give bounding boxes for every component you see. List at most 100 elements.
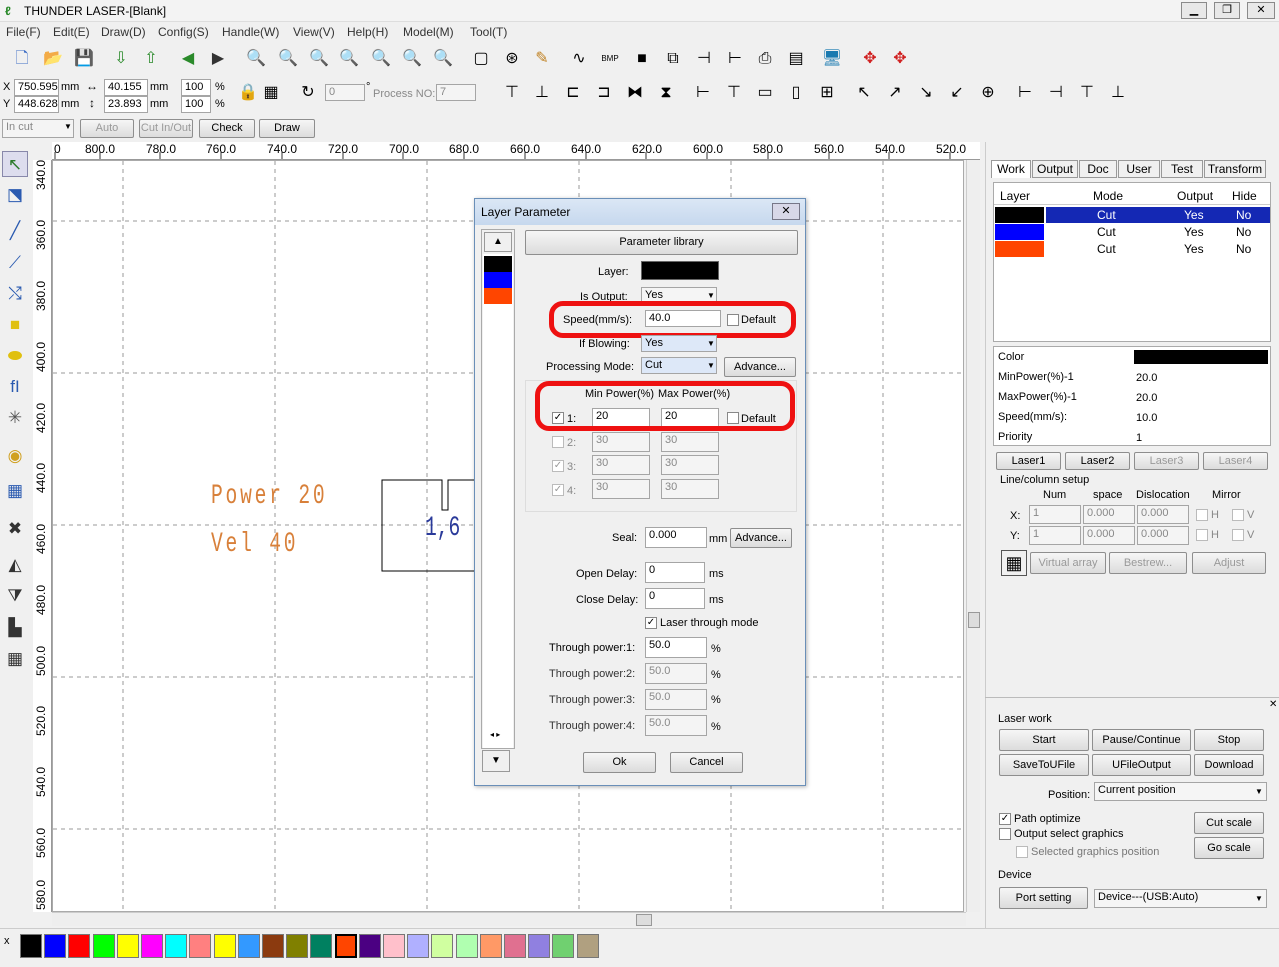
frame-tool-icon[interactable]: ▙ [2, 615, 28, 641]
menu-help[interactable]: Help(H) [347, 25, 388, 39]
seal-advance-button[interactable]: Advance... [730, 528, 792, 548]
zoom-select-icon[interactable]: 🔍 [369, 47, 393, 71]
document-icon[interactable]: ▤ [784, 47, 808, 71]
ellipse-tool-icon[interactable]: ⬬ [2, 343, 28, 369]
laser2-tab[interactable]: Laser2 [1065, 452, 1130, 470]
palette-swatch[interactable] [576, 934, 599, 958]
align-h-icon[interactable]: ⊣ [692, 47, 716, 71]
zoom-page-icon[interactable]: 🔍 [400, 47, 424, 71]
y-field[interactable]: 448.628 [14, 96, 59, 113]
move-tr-icon[interactable]: ↗ [883, 81, 907, 105]
scroll-up-icon[interactable]: ▲ [484, 232, 512, 252]
dist-top-icon[interactable]: ⊤ [1075, 81, 1099, 105]
palette-swatch[interactable] [431, 934, 454, 958]
go-scale-button[interactable]: Go scale [1194, 837, 1264, 859]
move-center-icon[interactable]: ⊕ [976, 81, 1000, 105]
camera-tool-icon[interactable]: ◉ [2, 443, 28, 469]
power-4-max[interactable]: 30 [661, 479, 719, 499]
through-power-3-field[interactable]: 50.0 [645, 689, 707, 710]
grid-select-icon[interactable]: ▦ [259, 81, 283, 105]
space-v-icon[interactable]: ⊤ [722, 81, 746, 105]
lc-x-num[interactable]: 1 [1029, 505, 1081, 524]
vel-text[interactable]: Vel 40 [211, 529, 298, 560]
processing-mode-select[interactable]: Cut [641, 357, 717, 374]
palette-swatch[interactable] [44, 934, 67, 958]
mirror-h-icon[interactable]: ◭ [2, 552, 28, 578]
print-icon[interactable]: ⎙ [753, 47, 777, 71]
palette-swatch[interactable] [334, 934, 357, 958]
move-tl-icon[interactable]: ↖ [852, 81, 876, 105]
line-tool-icon[interactable]: ╱ [2, 218, 28, 244]
laser-head2-icon[interactable]: ✥ [888, 47, 912, 71]
palette-none-icon[interactable]: x [4, 935, 10, 947]
device-select[interactable]: Device---(USB:Auto) [1094, 889, 1267, 908]
scale-y-field[interactable]: 100 [181, 96, 211, 113]
hscroll-thumb[interactable] [636, 914, 652, 926]
prop-speed-value[interactable]: 10.0 [1136, 412, 1157, 424]
minimize-button[interactable]: ▁ [1181, 2, 1207, 19]
close-button[interactable]: ✕ [1247, 2, 1275, 19]
power-2-max[interactable]: 30 [661, 432, 719, 452]
stop-button[interactable]: Stop [1194, 729, 1264, 751]
lc-y-mirror-v[interactable] [1232, 529, 1244, 541]
prop-maxpower-value[interactable]: 20.0 [1136, 392, 1157, 404]
menu-view[interactable]: View(V) [293, 25, 335, 39]
layer-swatch-blue[interactable] [484, 272, 512, 288]
zoom-out-icon[interactable]: 🔍 [307, 47, 331, 71]
align-v-icon[interactable]: ⊢ [723, 47, 747, 71]
prop-priority-value[interactable]: 1 [1136, 432, 1142, 444]
align-right-icon[interactable]: ⊐ [592, 81, 616, 105]
lc-y-num[interactable]: 1 [1029, 526, 1081, 545]
palette-swatch[interactable] [189, 934, 212, 958]
check-button[interactable]: Check [199, 119, 255, 138]
select-tool-icon[interactable]: ↖ [2, 151, 28, 177]
rect-tool-icon[interactable]: ■ [2, 312, 28, 338]
palette-swatch[interactable] [310, 934, 333, 958]
cancel-button[interactable]: Cancel [670, 752, 743, 773]
advance-button[interactable]: Advance... [724, 357, 796, 377]
export-icon[interactable]: ⇧ [139, 47, 163, 71]
menu-model[interactable]: Model(M) [403, 25, 454, 39]
select-rect-icon[interactable]: ▢ [469, 47, 493, 71]
palette-swatch[interactable] [286, 934, 309, 958]
x-field[interactable]: 750.595 [14, 79, 59, 96]
fill-rect-icon[interactable]: ■ [630, 47, 654, 71]
align-bottom-icon[interactable]: ⊥ [530, 81, 554, 105]
space-h-icon[interactable]: ⊢ [691, 81, 715, 105]
palette-swatch[interactable] [20, 934, 42, 958]
power-4-min[interactable]: 30 [592, 479, 650, 499]
through-power-1-field[interactable]: 50.0 [645, 637, 707, 658]
draw-button[interactable]: Draw [259, 119, 315, 138]
power-3-min[interactable]: 30 [592, 455, 650, 475]
open-folder-icon[interactable]: 📂 [41, 47, 65, 71]
menu-handle[interactable]: Handle(W) [222, 25, 279, 39]
palette-swatch[interactable] [552, 934, 575, 958]
delete-tool-icon[interactable]: ✖ [2, 516, 28, 542]
align-top-icon[interactable]: ⊤ [500, 81, 524, 105]
save-icon[interactable]: 💾 [72, 47, 96, 71]
prop-color-swatch[interactable] [1134, 350, 1268, 364]
same-size-icon[interactable]: ⊞ [815, 81, 839, 105]
dist-left-icon[interactable]: ⊢ [1013, 81, 1037, 105]
palette-swatch[interactable] [141, 934, 163, 958]
rotate-field[interactable]: 0 [325, 84, 365, 101]
palette-swatch[interactable] [383, 934, 405, 958]
curve-tool-icon[interactable]: ⤭ [2, 281, 28, 307]
rotate-icon[interactable]: ↻ [296, 81, 320, 105]
maximize-button[interactable]: ❐ [1214, 2, 1240, 19]
layer-color-box[interactable] [641, 261, 719, 280]
menu-config[interactable]: Config(S) [158, 25, 209, 39]
power-text[interactable]: Power 20 [211, 481, 327, 512]
tab-user[interactable]: User [1118, 160, 1160, 178]
auto-button[interactable]: Auto [80, 119, 134, 138]
table-row[interactable]: Cut Yes No [994, 241, 1270, 258]
layer-swatch-orange[interactable] [484, 288, 512, 304]
virtual-array-button[interactable]: Virtual array [1030, 552, 1106, 574]
zoom-icon[interactable]: 🔍 [244, 47, 268, 71]
zoom-in-icon[interactable]: 🔍 [276, 47, 300, 71]
through-power-4-field[interactable]: 50.0 [645, 715, 707, 736]
path-optimize-checkbox[interactable]: ✓ [999, 813, 1011, 825]
cut-in-out-button[interactable]: Cut In/Out [139, 119, 193, 138]
new-file-icon[interactable]: 🗋 [10, 47, 34, 71]
pause-continue-button[interactable]: Pause/Continue [1092, 729, 1191, 751]
